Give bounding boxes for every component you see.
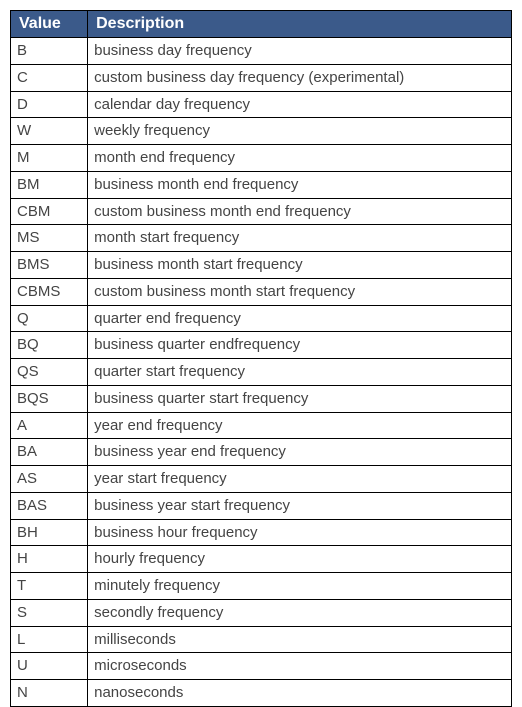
col-header-value: Value: [11, 11, 88, 38]
table-row: Nnanoseconds: [11, 680, 512, 707]
frequency-table: Value Description Bbusiness day frequenc…: [10, 10, 512, 707]
cell-description: business month start frequency: [88, 252, 512, 279]
table-row: Ccustom business day frequency (experime…: [11, 64, 512, 91]
cell-value: L: [11, 626, 88, 653]
cell-value: CBM: [11, 198, 88, 225]
table-row: MSmonth start frequency: [11, 225, 512, 252]
table-row: Ssecondly frequency: [11, 599, 512, 626]
cell-description: business year end frequency: [88, 439, 512, 466]
col-header-description: Description: [88, 11, 512, 38]
table-row: BQSbusiness quarter start frequency: [11, 385, 512, 412]
cell-description: month start frequency: [88, 225, 512, 252]
cell-value: B: [11, 38, 88, 65]
table-row: Umicroseconds: [11, 653, 512, 680]
table-row: Tminutely frequency: [11, 573, 512, 600]
cell-value: W: [11, 118, 88, 145]
cell-description: business quarter endfrequency: [88, 332, 512, 359]
cell-description: calendar day frequency: [88, 91, 512, 118]
table-header-row: Value Description: [11, 11, 512, 38]
table-body: Bbusiness day frequencyCcustom business …: [11, 38, 512, 707]
cell-value: BA: [11, 439, 88, 466]
cell-description: business month end frequency: [88, 171, 512, 198]
cell-description: business quarter start frequency: [88, 385, 512, 412]
cell-value: AS: [11, 466, 88, 493]
cell-value: U: [11, 653, 88, 680]
cell-description: business day frequency: [88, 38, 512, 65]
cell-description: year start frequency: [88, 466, 512, 493]
table-row: Bbusiness day frequency: [11, 38, 512, 65]
cell-description: quarter start frequency: [88, 359, 512, 386]
cell-description: hourly frequency: [88, 546, 512, 573]
cell-value: CBMS: [11, 278, 88, 305]
cell-description: minutely frequency: [88, 573, 512, 600]
cell-value: Q: [11, 305, 88, 332]
table-row: BMSbusiness month start frequency: [11, 252, 512, 279]
cell-description: custom business month start frequency: [88, 278, 512, 305]
cell-value: S: [11, 599, 88, 626]
table-row: Qquarter end frequency: [11, 305, 512, 332]
table-row: Dcalendar day frequency: [11, 91, 512, 118]
cell-value: BAS: [11, 492, 88, 519]
cell-description: custom business month end frequency: [88, 198, 512, 225]
cell-description: weekly frequency: [88, 118, 512, 145]
cell-value: BM: [11, 171, 88, 198]
table-row: BQbusiness quarter endfrequency: [11, 332, 512, 359]
cell-description: year end frequency: [88, 412, 512, 439]
table-row: CBMcustom business month end frequency: [11, 198, 512, 225]
cell-value: H: [11, 546, 88, 573]
table-row: Mmonth end frequency: [11, 145, 512, 172]
table-row: BAbusiness year end frequency: [11, 439, 512, 466]
cell-description: nanoseconds: [88, 680, 512, 707]
cell-description: quarter end frequency: [88, 305, 512, 332]
cell-description: business hour frequency: [88, 519, 512, 546]
cell-value: C: [11, 64, 88, 91]
cell-value: M: [11, 145, 88, 172]
cell-value: N: [11, 680, 88, 707]
cell-value: QS: [11, 359, 88, 386]
table-row: BASbusiness year start frequency: [11, 492, 512, 519]
cell-value: A: [11, 412, 88, 439]
cell-value: T: [11, 573, 88, 600]
table-row: Wweekly frequency: [11, 118, 512, 145]
table-row: BMbusiness month end frequency: [11, 171, 512, 198]
cell-value: BH: [11, 519, 88, 546]
table-row: CBMScustom business month start frequenc…: [11, 278, 512, 305]
cell-value: BMS: [11, 252, 88, 279]
cell-description: milliseconds: [88, 626, 512, 653]
cell-value: D: [11, 91, 88, 118]
table-row: BHbusiness hour frequency: [11, 519, 512, 546]
table-row: Ayear end frequency: [11, 412, 512, 439]
table-header: Value Description: [11, 11, 512, 38]
cell-description: microseconds: [88, 653, 512, 680]
cell-value: BQS: [11, 385, 88, 412]
cell-description: secondly frequency: [88, 599, 512, 626]
cell-description: month end frequency: [88, 145, 512, 172]
cell-value: BQ: [11, 332, 88, 359]
cell-description: business year start frequency: [88, 492, 512, 519]
table-row: ASyear start frequency: [11, 466, 512, 493]
table-row: Hhourly frequency: [11, 546, 512, 573]
cell-description: custom business day frequency (experimen…: [88, 64, 512, 91]
table-row: QSquarter start frequency: [11, 359, 512, 386]
table-row: Lmilliseconds: [11, 626, 512, 653]
cell-value: MS: [11, 225, 88, 252]
